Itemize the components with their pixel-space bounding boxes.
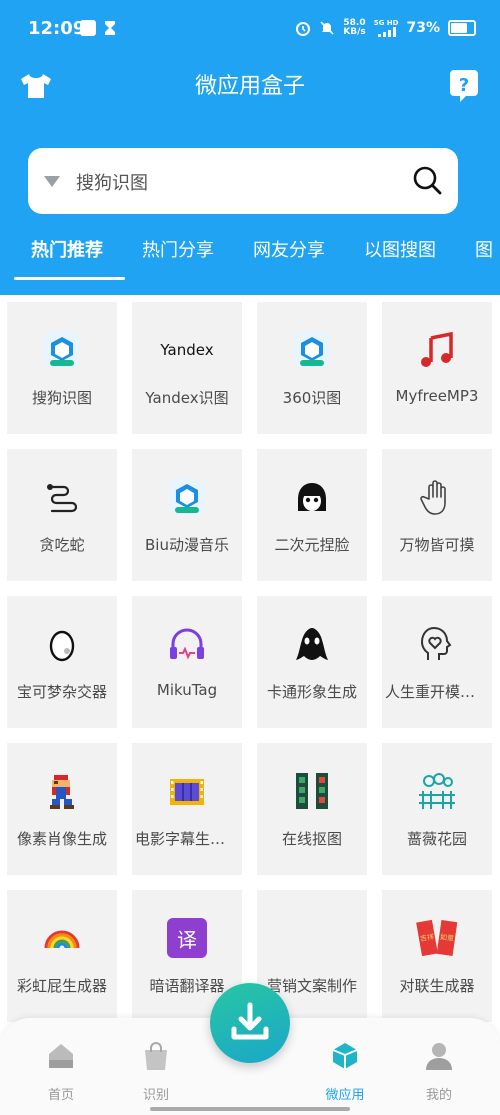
- pixel-mario-icon: [50, 775, 74, 809]
- couplet-left: 吉祥: [416, 919, 438, 957]
- rainbow-icon: [44, 930, 80, 949]
- signal-group: 5G HD: [373, 19, 399, 37]
- tab-image-search[interactable]: 以图搜图: [364, 236, 436, 262]
- status-time: 12:09: [28, 18, 86, 39]
- nav-label: 微应用: [325, 1088, 365, 1103]
- nav-label: 首页: [47, 1088, 74, 1103]
- ghost-icon: [296, 628, 328, 660]
- app-card-cutout[interactable]: 在线抠图: [257, 743, 367, 875]
- network-speed: 58.0 KB/s: [343, 19, 365, 37]
- app-card-life-restart[interactable]: 人生重开模拟器: [382, 596, 492, 728]
- hand-icon: [420, 480, 446, 515]
- hourglass-icon: [105, 21, 115, 35]
- home-indicator[interactable]: [150, 1107, 350, 1111]
- app-title: 微应用盒子: [194, 74, 305, 99]
- app-card-label: 彩虹屁生成器: [16, 977, 107, 995]
- app-card-360[interactable]: 360识图: [257, 302, 367, 434]
- plus-badge-icon: [169, 479, 205, 515]
- battery-percent: 73%: [406, 20, 440, 36]
- app-card-label: Biu动漫音乐: [145, 536, 229, 554]
- download-icon: [231, 1002, 269, 1040]
- app-card-snake[interactable]: 贪吃蛇: [7, 449, 117, 581]
- app-card-yandex[interactable]: Yandex Yandex识图: [132, 302, 242, 434]
- search-icon[interactable]: [412, 165, 442, 195]
- app-card-label: 电影字幕生成器: [135, 830, 239, 848]
- cube-icon: [332, 1043, 358, 1069]
- app-card-label: 360识图: [282, 389, 342, 407]
- app-card-label: 卡通形象生成: [266, 683, 357, 701]
- user-icon: [426, 1043, 452, 1070]
- battery-icon: [448, 20, 476, 36]
- header: 12:09 58.0 KB/s 5G HD 73% 微应用盒子 ? 搜狗识图 热…: [0, 0, 500, 295]
- couplet-icon: 吉祥 如意: [416, 918, 458, 958]
- status-bar: 12:09 58.0 KB/s 5G HD 73%: [0, 0, 500, 58]
- app-card-label: MikuTag: [156, 681, 218, 699]
- app-card-pokemon[interactable]: 宝可梦杂交器: [7, 596, 117, 728]
- plus-badge-icon: [44, 332, 80, 368]
- title-bar: 微应用盒子 ?: [0, 60, 500, 106]
- speed-unit: KB/s: [343, 27, 366, 37]
- egg-icon: [49, 630, 75, 662]
- film-icon: [170, 779, 204, 805]
- app-card-biu-music[interactable]: Biu动漫音乐: [132, 449, 242, 581]
- alarm-icon: [296, 22, 311, 36]
- app-card-myfreemp3[interactable]: MyfreeMP3: [382, 302, 492, 434]
- app-card-garden[interactable]: 蔷薇花园: [382, 743, 492, 875]
- garden-fence-icon: [419, 773, 455, 809]
- head-heart-icon: [420, 626, 452, 660]
- notification-icon: [80, 20, 96, 36]
- app-card-subtitle[interactable]: 电影字幕生成器: [132, 743, 242, 875]
- film-strips-icon: [296, 773, 328, 809]
- app-card-mikutag[interactable]: MikuTag: [132, 596, 242, 728]
- app-card-label: 贪吃蛇: [39, 536, 85, 554]
- app-card-label: 像素肖像生成: [16, 830, 107, 848]
- home-icon: [49, 1044, 73, 1068]
- app-card-sogou[interactable]: 搜狗识图: [7, 302, 117, 434]
- music-note-icon: [421, 331, 453, 367]
- app-card-cartoon[interactable]: 卡通形象生成: [257, 596, 367, 728]
- bag-icon: [145, 1042, 167, 1070]
- app-card-label: 对联生成器: [399, 977, 475, 995]
- tab-indicator: [14, 277, 125, 280]
- category-tabs: 热门推荐 热门分享 网友分享 以图搜图 图: [0, 228, 500, 280]
- network-label: 5G HD: [373, 19, 399, 27]
- app-card-label: MyfreeMP3: [395, 387, 479, 405]
- app-card-label: 蔷薇花园: [406, 830, 467, 848]
- dropdown-triangle-icon[interactable]: [44, 176, 60, 187]
- app-card-pixel-portrait[interactable]: 像素肖像生成: [7, 743, 117, 875]
- download-fab[interactable]: [210, 983, 290, 1063]
- yandex-logo: Yandex: [160, 341, 214, 359]
- search-engine-select[interactable]: 搜狗识图: [76, 169, 148, 195]
- status-right: 58.0 KB/s 5G HD 73%: [295, 19, 476, 37]
- snake-icon: [47, 484, 78, 513]
- app-card-anime-face[interactable]: 二次元捏脸: [257, 449, 367, 581]
- app-card-label: 搜狗识图: [31, 389, 92, 407]
- app-card-label: 人生重开模拟器: [385, 683, 489, 701]
- app-card-label: 二次元捏脸: [274, 536, 350, 554]
- app-card-label: 万物皆可摸: [399, 536, 475, 554]
- app-card-touch[interactable]: 万物皆可摸: [382, 449, 492, 581]
- tab-hot-share[interactable]: 热门分享: [142, 236, 214, 262]
- translate-icon: 译: [167, 918, 207, 958]
- tab-user-share[interactable]: 网友分享: [253, 236, 325, 262]
- app-card-couplet[interactable]: 吉祥 如意 对联生成器: [382, 890, 492, 1022]
- plus-badge-icon: [294, 332, 330, 368]
- nav-label: 识别: [142, 1088, 169, 1103]
- headphones-icon: [170, 628, 204, 660]
- app-card-label: Yandex识图: [145, 389, 229, 407]
- svg-text:?: ?: [459, 75, 469, 96]
- app-card-label: 宝可梦杂交器: [16, 683, 107, 701]
- tab-hot-recommend[interactable]: 热门推荐: [31, 236, 103, 262]
- mute-icon: [320, 21, 334, 35]
- tab-image[interactable]: 图: [475, 236, 493, 262]
- search-box[interactable]: 搜狗识图: [28, 148, 458, 214]
- signal-icon: [378, 27, 397, 37]
- couplet-right: 如意: [436, 920, 458, 956]
- app-card-rainbow[interactable]: 彩虹屁生成器: [7, 890, 117, 1022]
- app-card-label: 在线抠图: [281, 830, 342, 848]
- nav-label: 我的: [425, 1088, 452, 1103]
- help-icon[interactable]: ?: [446, 68, 482, 104]
- anime-face-icon: [298, 483, 326, 511]
